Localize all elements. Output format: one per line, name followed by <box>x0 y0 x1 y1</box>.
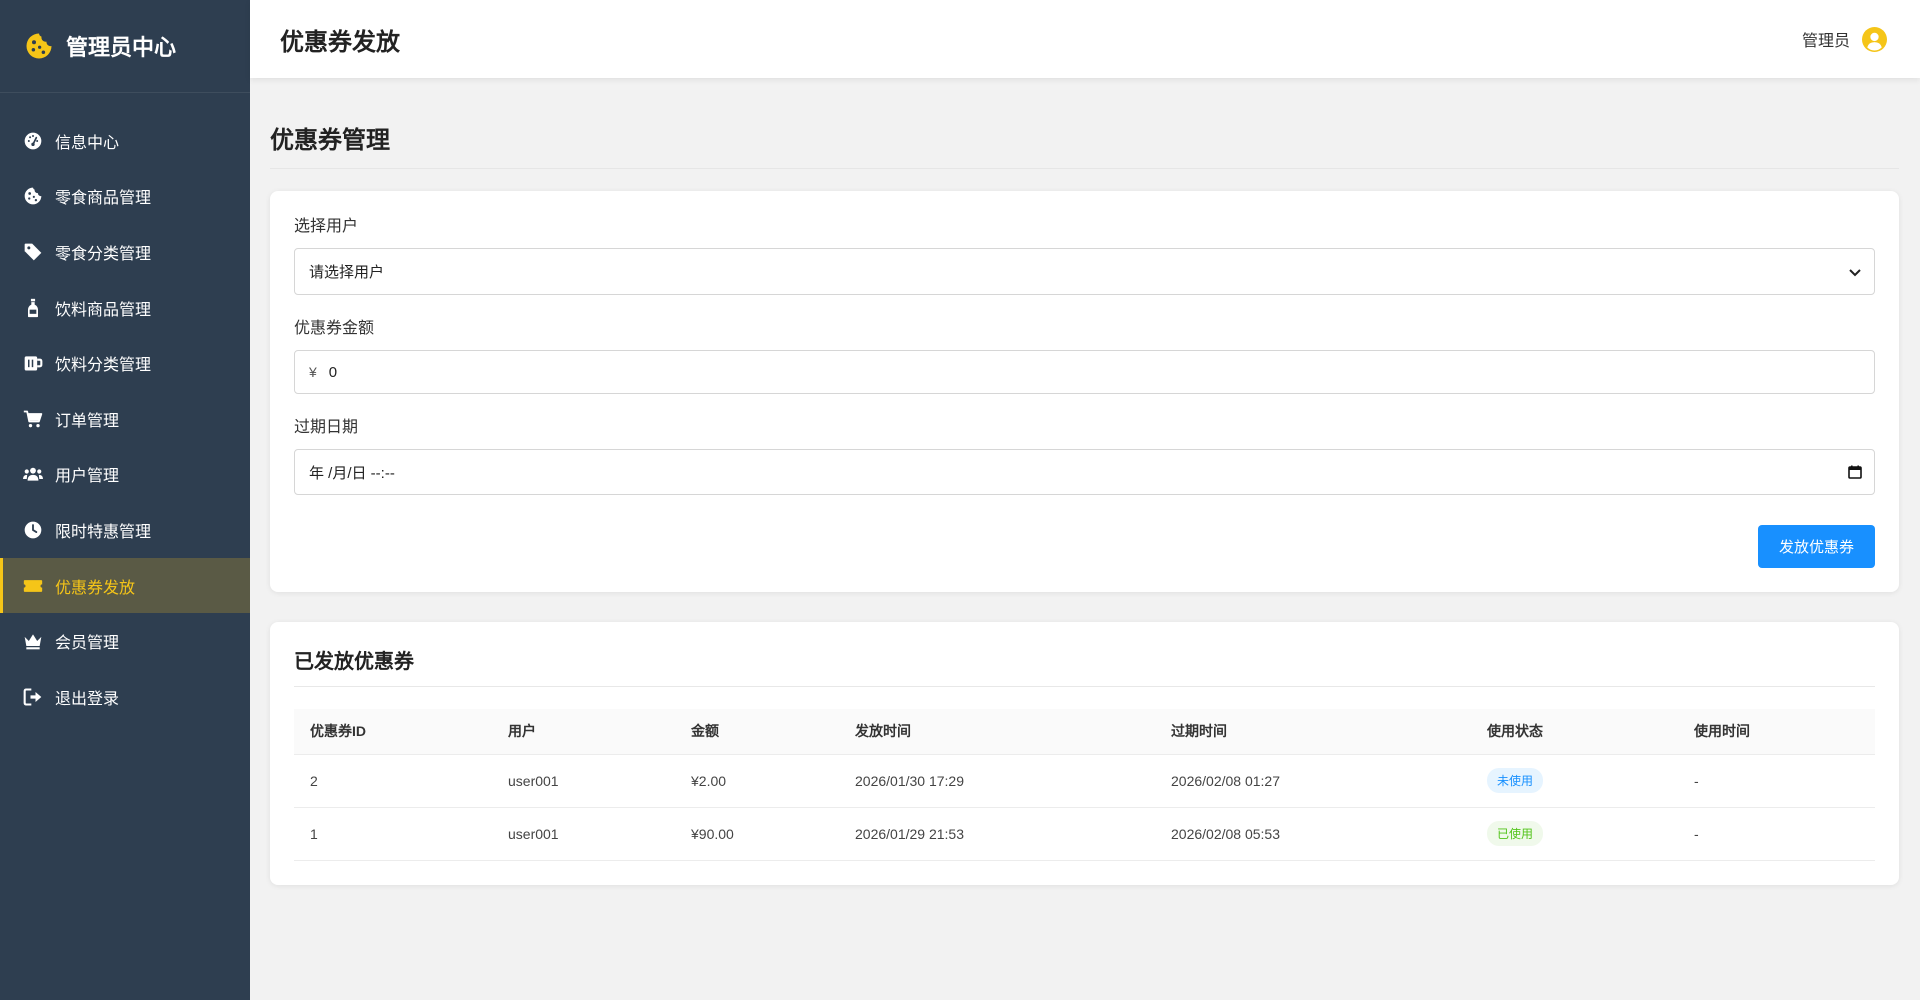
section-title: 优惠券管理 <box>270 125 1899 169</box>
user-name: 管理员 <box>1801 33 1850 50</box>
table-header-row: 优惠券ID 用户 金额 发放时间 过期时间 使用状态 使用时间 <box>294 709 1875 755</box>
sidebar-item-snack-products[interactable]: 零食商品管理 <box>0 169 250 225</box>
sign-out-icon <box>23 687 43 707</box>
issued-coupons-title: 已发放优惠券 <box>294 646 1875 687</box>
coupon-form-card: 选择用户 请选择用户 优惠券金额 ¥ 0 过期日期 年 /月/日 --:-- 发… <box>270 191 1899 592</box>
sidebar-item-flash-sales[interactable]: 限时特惠管理 <box>0 502 250 558</box>
sidebar-item-label: 饮料分类管理 <box>55 357 152 375</box>
column-header-issued-time: 发放时间 <box>839 709 1155 755</box>
sidebar-item-label: 订单管理 <box>55 412 120 430</box>
sidebar-item-snack-categories[interactable]: 零食分类管理 <box>0 224 250 280</box>
sidebar: 管理员中心 信息中心 零食商品管理 零食分类管理 饮料商品管理 饮料分类管理 订… <box>0 0 250 1000</box>
expiry-date-label: 过期日期 <box>294 419 359 436</box>
sidebar-item-info-center[interactable]: 信息中心 <box>0 113 250 169</box>
cell-used-time: - <box>1678 807 1875 861</box>
amount-label: 优惠券金额 <box>294 320 375 337</box>
tag-icon <box>23 242 43 262</box>
cell-amount: ¥90.00 <box>675 807 839 861</box>
currency-prefix: ¥ <box>309 364 317 380</box>
crown-icon <box>23 631 43 651</box>
sidebar-item-drink-categories[interactable]: 饮料分类管理 <box>0 335 250 391</box>
cell-expiry-time: 2026/02/08 05:53 <box>1155 807 1471 861</box>
cell-status: 未使用 <box>1471 754 1678 808</box>
amount-value: 0 <box>328 363 338 381</box>
sidebar-nav: 信息中心 零食商品管理 零食分类管理 饮料商品管理 饮料分类管理 订单管理 用户… <box>0 93 250 725</box>
sidebar-item-label: 退出登录 <box>55 690 120 708</box>
column-header-used-time: 使用时间 <box>1678 709 1875 755</box>
table-row: 2 user001 ¥2.00 2026/01/30 17:29 2026/02… <box>294 754 1875 808</box>
cell-expiry-time: 2026/02/08 01:27 <box>1155 754 1471 808</box>
column-header-id: 优惠券ID <box>294 709 492 755</box>
cell-used-time: - <box>1678 754 1875 808</box>
sidebar-item-coupons[interactable]: 优惠券发放 <box>0 557 250 614</box>
user-menu[interactable]: 管理员 <box>1801 26 1887 52</box>
column-header-status: 使用状态 <box>1471 709 1678 755</box>
sidebar-item-logout[interactable]: 退出登录 <box>0 669 250 725</box>
sidebar-item-label: 限时特惠管理 <box>55 523 152 541</box>
dashboard-icon <box>23 131 43 151</box>
ticket-icon <box>23 576 43 596</box>
sidebar-item-users[interactable]: 用户管理 <box>0 447 250 503</box>
expiry-date-group: 过期日期 年 /月/日 --:-- <box>294 418 1875 495</box>
page-title: 优惠券发放 <box>280 28 400 56</box>
cell-issued-time: 2026/01/30 17:29 <box>839 754 1155 808</box>
expiry-date-value: 年 /月/日 --:-- <box>309 464 395 482</box>
sidebar-item-label: 会员管理 <box>55 635 120 653</box>
user-select[interactable]: 请选择用户 <box>294 248 1875 295</box>
calendar-icon[interactable] <box>1848 465 1862 479</box>
user-select-value: 请选择用户 <box>309 264 385 281</box>
sidebar-item-orders[interactable]: 订单管理 <box>0 391 250 447</box>
cookie-icon <box>24 31 54 61</box>
amount-input[interactable]: ¥ 0 <box>294 350 1875 394</box>
top-header: 优惠券发放 管理员 <box>250 0 1920 78</box>
cell-issued-time: 2026/01/29 21:53 <box>839 807 1155 861</box>
sidebar-item-label: 优惠券发放 <box>55 579 136 597</box>
cell-user: user001 <box>492 807 675 861</box>
status-badge: 已使用 <box>1487 821 1544 846</box>
table-row: 1 user001 ¥90.00 2026/01/29 21:53 2026/0… <box>294 807 1875 861</box>
clock-icon <box>23 520 43 540</box>
users-icon <box>23 464 43 484</box>
sidebar-item-members[interactable]: 会员管理 <box>0 613 250 669</box>
sidebar-item-label: 用户管理 <box>55 468 120 486</box>
sidebar-item-drink-products[interactable]: 饮料商品管理 <box>0 280 250 336</box>
sidebar-item-label: 零食商品管理 <box>55 190 152 208</box>
sidebar-item-label: 零食分类管理 <box>55 245 152 263</box>
cell-id: 2 <box>294 754 492 808</box>
user-select-group: 选择用户 请选择用户 <box>294 217 1875 295</box>
cell-user: user001 <box>492 754 675 808</box>
column-header-expiry-time: 过期时间 <box>1155 709 1471 755</box>
cell-id: 1 <box>294 807 492 861</box>
cookie-icon <box>23 186 43 206</box>
sidebar-item-label: 饮料商品管理 <box>55 301 152 319</box>
main-content: 优惠券管理 选择用户 请选择用户 优惠券金额 ¥ 0 过期日期 年 /月/日 -… <box>250 78 1920 1000</box>
issue-coupon-button[interactable]: 发放优惠券 <box>1758 525 1875 568</box>
expiry-date-input[interactable]: 年 /月/日 --:-- <box>294 449 1875 495</box>
issued-coupons-table: 优惠券ID 用户 金额 发放时间 过期时间 使用状态 使用时间 2 user00… <box>294 709 1875 861</box>
column-header-amount: 金额 <box>675 709 839 755</box>
bottle-icon <box>23 298 43 318</box>
cart-icon <box>23 409 43 429</box>
issued-coupons-card: 已发放优惠券 优惠券ID 用户 金额 发放时间 过期时间 使用状态 使用时间 2 <box>270 622 1899 885</box>
user-circle-icon[interactable] <box>1862 26 1887 52</box>
sidebar-title: 管理员中心 <box>66 35 177 60</box>
sidebar-logo[interactable]: 管理员中心 <box>0 0 250 93</box>
column-header-user: 用户 <box>492 709 675 755</box>
status-badge: 未使用 <box>1487 768 1544 793</box>
cell-amount: ¥2.00 <box>675 754 839 808</box>
sidebar-item-label: 信息中心 <box>55 134 120 152</box>
user-select-label: 选择用户 <box>294 218 359 235</box>
mug-icon <box>23 353 43 373</box>
form-actions: 发放优惠券 <box>294 525 1875 568</box>
cell-status: 已使用 <box>1471 807 1678 861</box>
chevron-down-icon <box>1848 265 1862 279</box>
amount-group: 优惠券金额 ¥ 0 <box>294 319 1875 394</box>
